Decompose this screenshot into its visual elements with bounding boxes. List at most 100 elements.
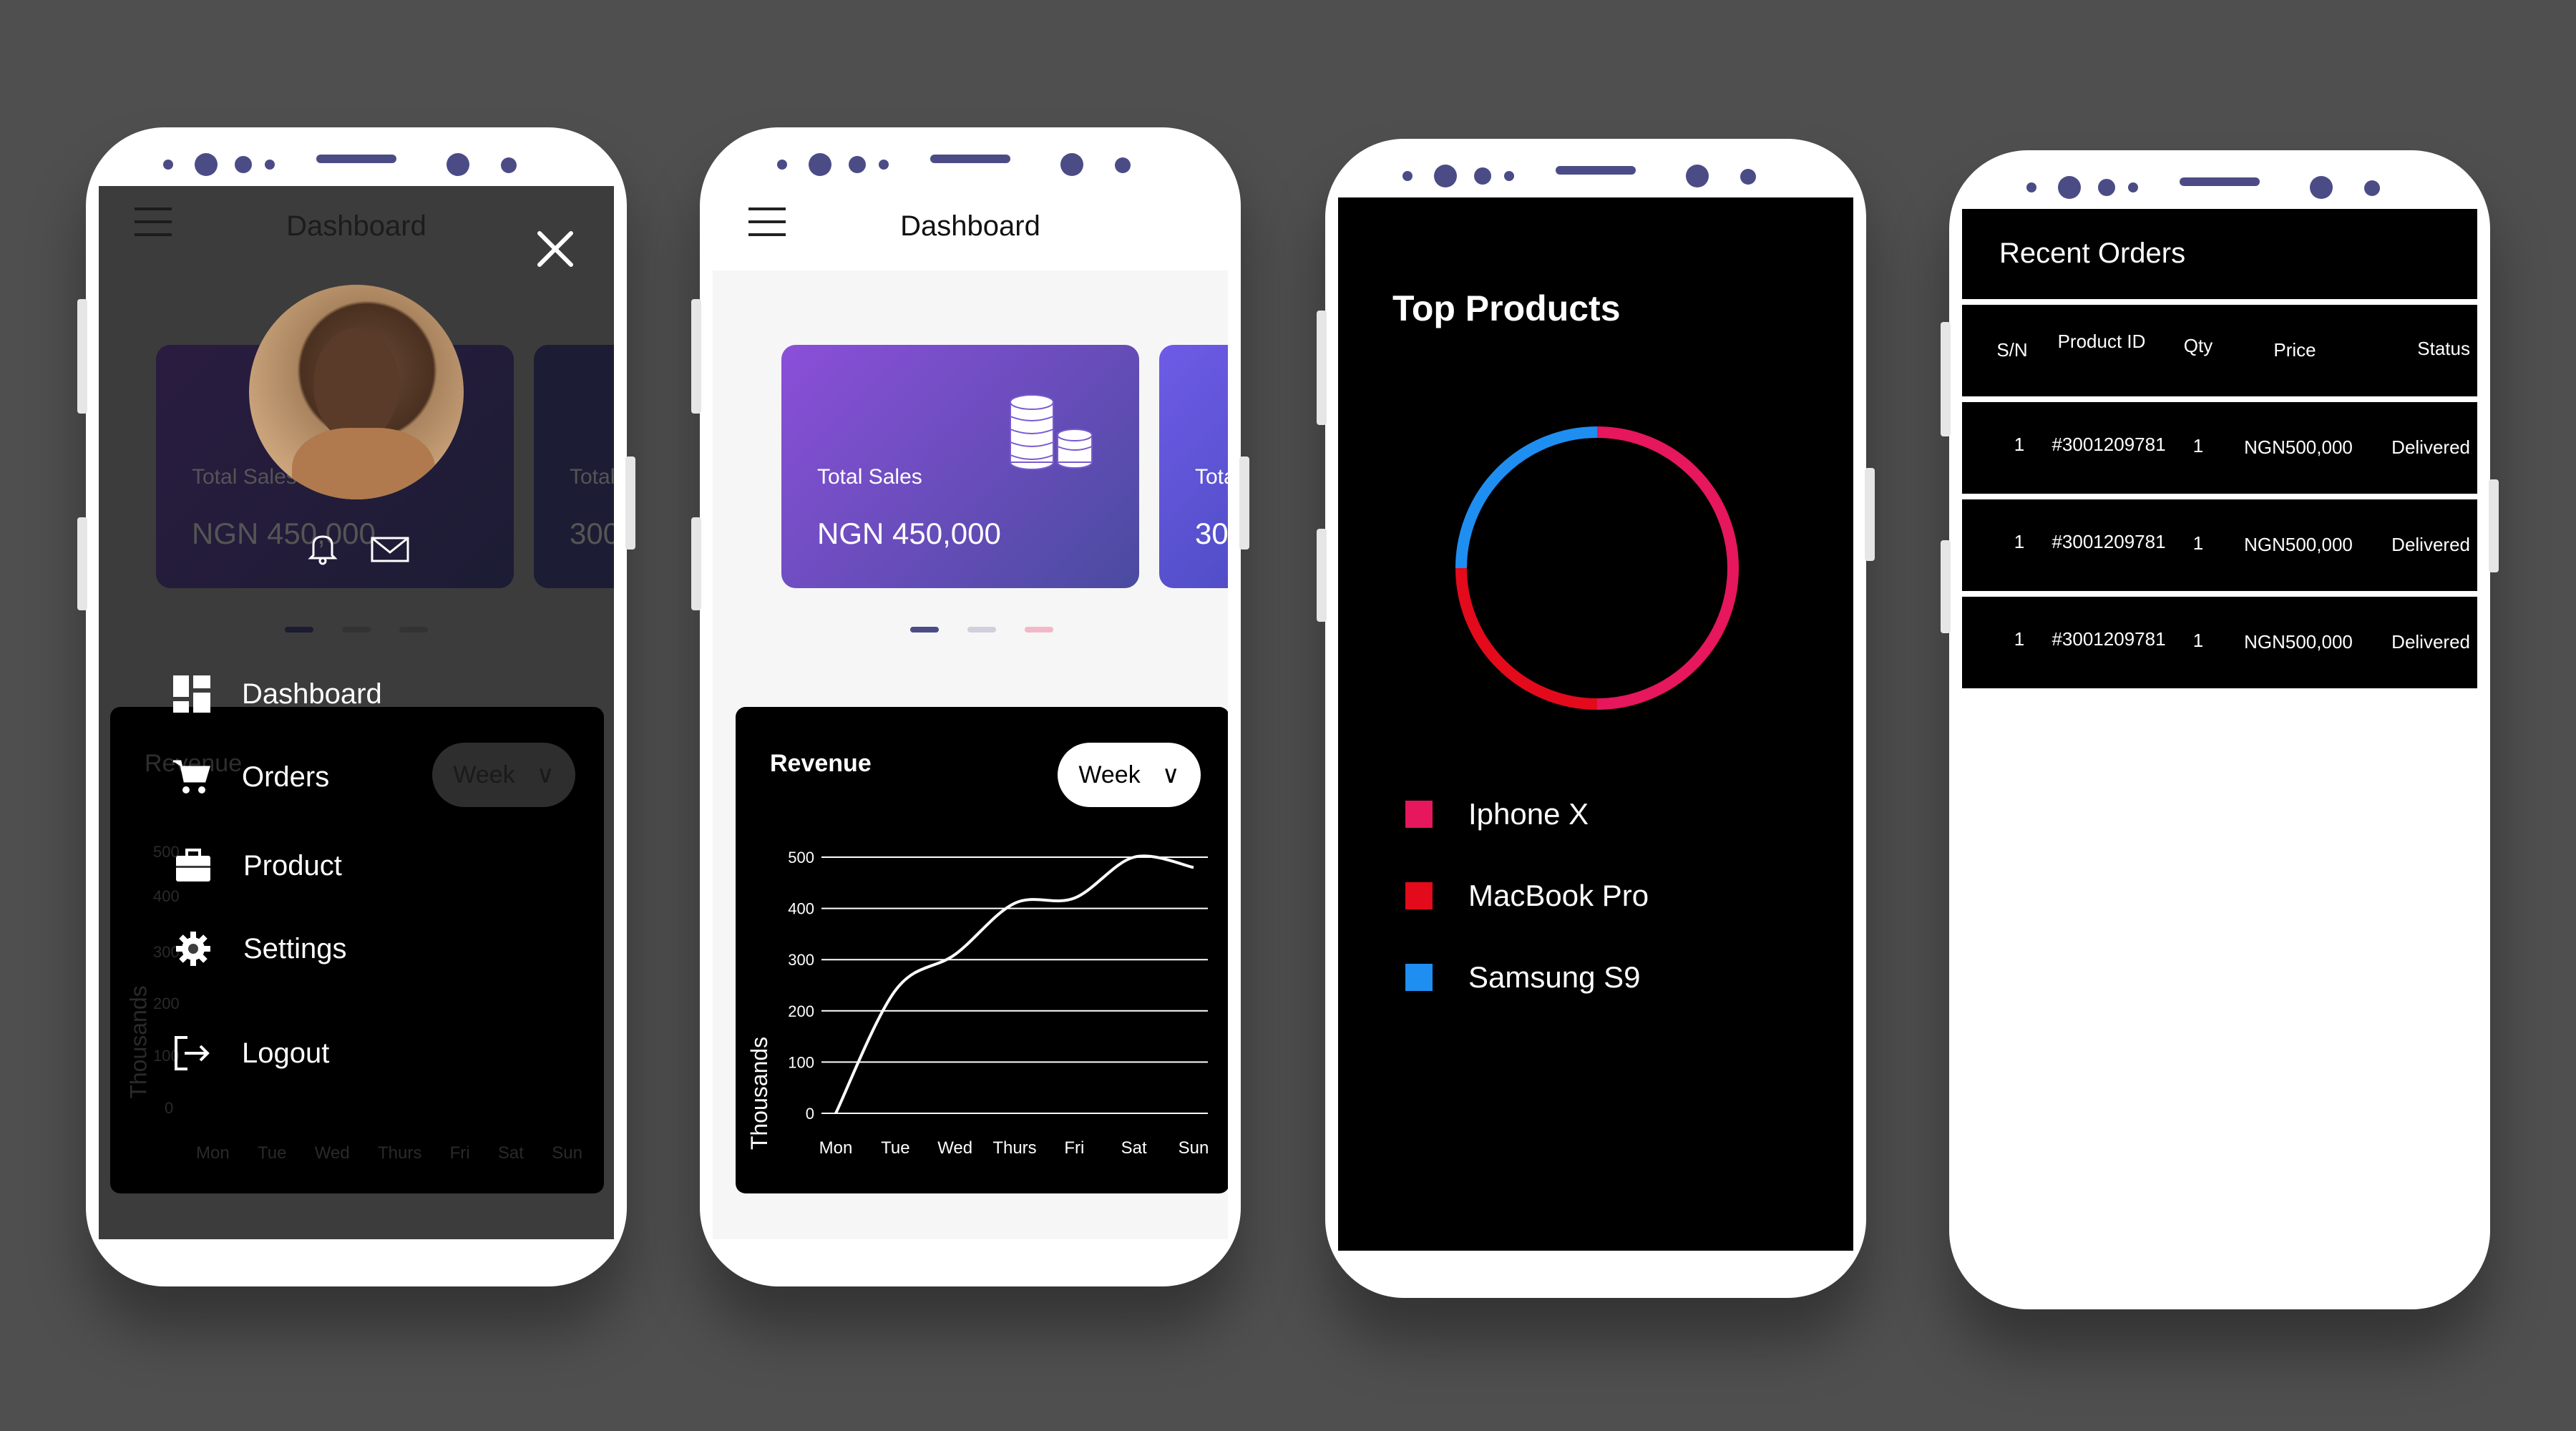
side-button — [1317, 311, 1327, 425]
camera-dot — [1434, 165, 1457, 187]
side-button — [77, 517, 87, 610]
page-title: Dashboard — [900, 210, 1040, 242]
x-tick-label: Tue — [881, 1138, 909, 1158]
sensor-dot — [849, 156, 866, 173]
carousel-dot-active[interactable] — [910, 627, 939, 633]
card-label: Tota — [1195, 465, 1228, 489]
sensor-dot — [777, 160, 787, 170]
menu-item-logout[interactable]: Logout — [170, 1032, 329, 1075]
x-tick-label: Sun — [1179, 1138, 1209, 1158]
x-tick-label: Thurs — [992, 1138, 1036, 1158]
card-value: NGN 450,000 — [192, 517, 376, 550]
coins-icon — [1003, 388, 1096, 477]
camera-dot — [1060, 153, 1083, 176]
column-header-qty: Qty — [2183, 335, 2213, 356]
x-tick-label: Mon — [819, 1138, 853, 1158]
tick-label: Thurs — [377, 1143, 422, 1163]
cell-price: NGN500,000 — [2244, 436, 2353, 458]
x-tick-label: Sat — [1121, 1138, 1147, 1158]
legend-swatch — [1405, 964, 1433, 991]
screen: Top Products Iphone X MacBook Pro Samsun… — [1338, 197, 1853, 1251]
side-button — [2489, 479, 2499, 572]
speaker-bar — [2180, 177, 2260, 186]
cell-status: Delivered — [2391, 436, 2470, 458]
camera-dot — [1686, 165, 1709, 187]
camera-dot — [447, 153, 469, 176]
donut-segment-iphone-x — [1596, 426, 1739, 710]
phone-3: Top Products Iphone X MacBook Pro Samsun… — [1317, 139, 1875, 1298]
orders-header: Recent Orders — [1962, 209, 2477, 299]
chart-y-ticks: 0 100 200 300 400 500 — [788, 849, 814, 1123]
donut-chart — [1455, 426, 1739, 710]
x-ticks: Mon Tue Wed Thurs Fri Sat Sun — [196, 1143, 582, 1163]
table-row[interactable]: 1 #3001209781 1 NGN500,000 Delivered — [1962, 499, 2477, 591]
menu-item-dashboard[interactable]: Dashboard — [170, 673, 382, 716]
sensor-dot — [1115, 157, 1131, 173]
sensor-dot — [879, 160, 889, 170]
menu-label: Product — [243, 849, 342, 881]
total-sales-card[interactable]: Total Sales NGN 450,000 — [781, 345, 1139, 588]
card-label: Total Sales — [817, 465, 922, 489]
menu-label: Dashboard — [242, 678, 382, 710]
tick-label: 400 — [153, 887, 180, 905]
carousel-dot-active[interactable] — [285, 627, 313, 633]
menu-label: Orders — [242, 761, 330, 793]
menu-item-product[interactable]: Product — [172, 844, 342, 887]
carousel-dot[interactable] — [399, 627, 428, 633]
menu-item-orders[interactable]: Orders — [170, 756, 329, 798]
legend-label: MacBook Pro — [1468, 879, 1649, 912]
chart-gridlines — [821, 856, 1208, 1114]
y-tick-label: 200 — [788, 1002, 814, 1020]
column-header-price: Price — [2273, 339, 2316, 361]
chevron-down-icon: ∨ — [536, 761, 555, 788]
tick-label: Fri — [449, 1143, 470, 1163]
sensor-dot — [1740, 169, 1756, 185]
side-button — [1941, 322, 1951, 436]
side-button — [1941, 540, 1951, 633]
close-icon[interactable] — [534, 228, 577, 270]
axis-ylabel: Thousands — [746, 1037, 772, 1150]
sensor-dot — [1402, 171, 1413, 181]
column-header-product: Product ID — [2057, 331, 2146, 352]
tick-label: Mon — [196, 1143, 230, 1163]
gear-icon — [172, 927, 215, 970]
carousel-dot[interactable] — [342, 627, 371, 633]
carousel-dot[interactable] — [1025, 627, 1053, 633]
dashboard-icon — [170, 673, 213, 716]
legend-label: Iphone X — [1468, 797, 1589, 831]
sensor-dot — [1504, 171, 1514, 181]
revenue-chart: Thousands 0 100 200 300 400 500 Mon Tue Wed Thur… — [746, 849, 1209, 1158]
y-tick-label: 400 — [788, 900, 814, 918]
y-tick-label: 500 — [788, 849, 814, 866]
table-row[interactable]: 1 #3001209781 1 NGN500,000 Delivered — [1962, 402, 2477, 494]
cell-qty: 1 — [2192, 435, 2204, 456]
menu-item-settings[interactable]: Settings — [172, 927, 347, 970]
sensor-dot — [235, 156, 252, 173]
phone-1: Dashboard Total Sales NGN 450,000 Total … — [77, 127, 635, 1286]
camera-dot — [809, 153, 831, 176]
revenue-panel: Revenue Week ∨ Thousands 0 100 200 300 400 50… — [736, 707, 1228, 1193]
briefcase-icon — [172, 844, 215, 887]
revenue-series-line — [834, 854, 1194, 1114]
tick-label: Wed — [314, 1143, 350, 1163]
sensor-dot — [265, 160, 275, 170]
avatar[interactable] — [249, 285, 464, 499]
bell-icon[interactable] — [305, 529, 341, 565]
carousel-dot[interactable] — [967, 627, 996, 633]
screen: Dashboard Total Sales NGN 450,000 Total … — [99, 186, 614, 1239]
screen: Recent Orders S/N Product ID Qty Price S… — [1962, 209, 2477, 1262]
tick-label: Sat — [497, 1143, 524, 1163]
total-card-2[interactable]: Total 300 — [534, 345, 614, 588]
total-card-2[interactable]: Tota 300 — [1159, 345, 1228, 588]
cell-status: Delivered — [2391, 631, 2470, 653]
tick-label: Tue — [257, 1143, 287, 1163]
legend-item: Samsung S9 — [1405, 960, 1640, 995]
table-row[interactable]: 1 #3001209781 1 NGN500,000 Delivered — [1962, 597, 2477, 688]
cell-price: NGN500,000 — [2244, 631, 2353, 653]
cart-icon — [170, 756, 213, 798]
mail-icon[interactable] — [371, 535, 409, 564]
sensor-dot — [2364, 180, 2380, 196]
week-dropdown[interactable]: Week ∨ — [432, 743, 575, 807]
phone-4: Recent Orders S/N Product ID Qty Price S… — [1941, 150, 2499, 1309]
side-button — [625, 456, 635, 550]
